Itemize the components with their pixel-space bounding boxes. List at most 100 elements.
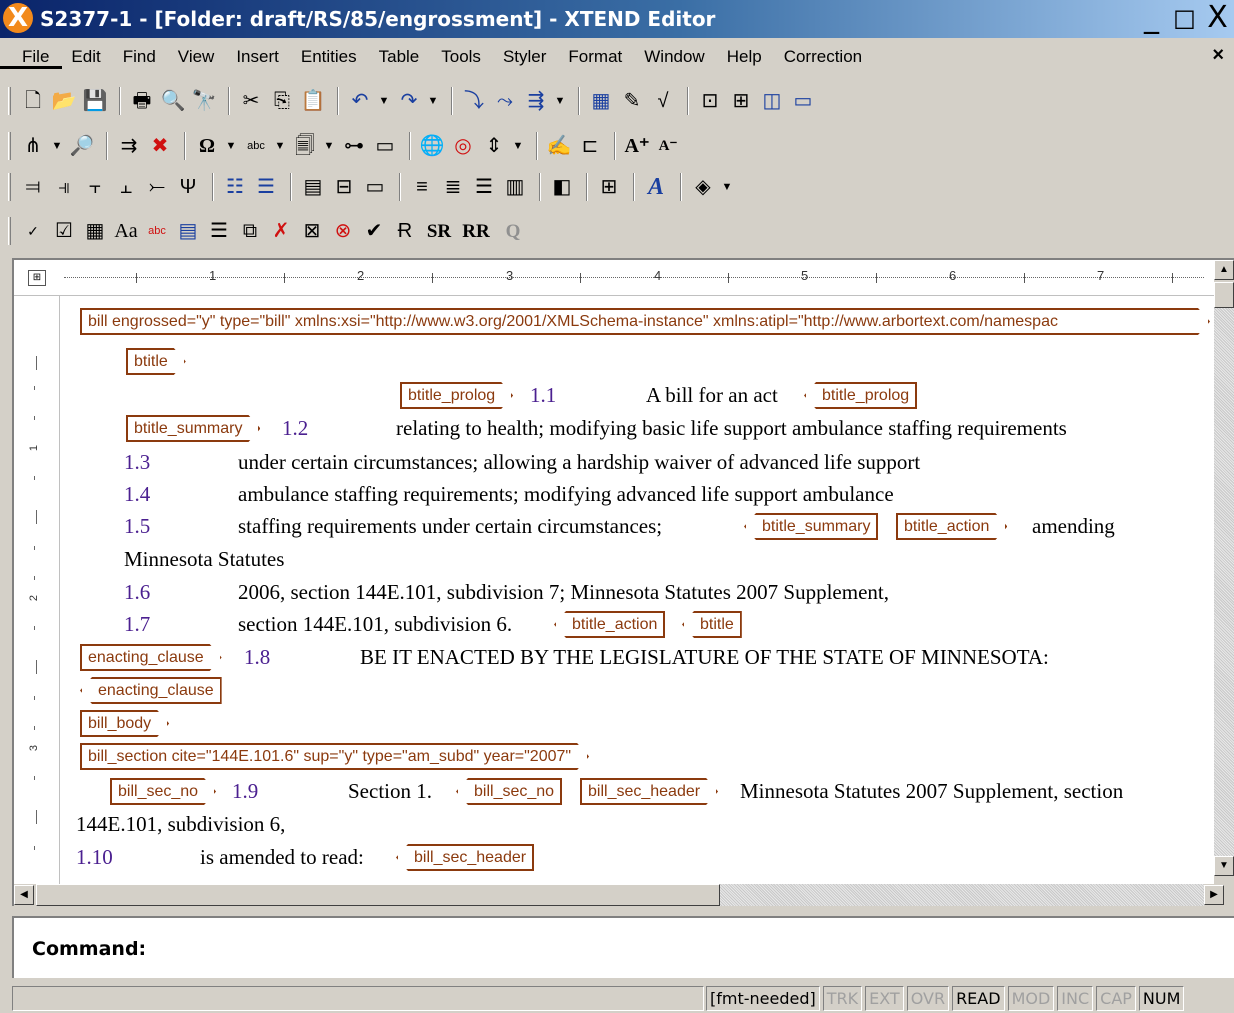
undo-icon[interactable]: ↶ bbox=[346, 86, 374, 116]
tag-btitle-end[interactable]: btitle bbox=[682, 611, 742, 638]
table-borders-icon[interactable]: ⊞ bbox=[595, 172, 623, 202]
tag-btitle-action-start[interactable]: btitle_action bbox=[896, 513, 1007, 540]
grid-icon[interactable]: ▦ bbox=[81, 216, 109, 246]
print-icon[interactable]: 🖶 bbox=[128, 86, 156, 116]
command-pane[interactable]: Command: bbox=[12, 916, 1234, 978]
menu-table[interactable]: Table bbox=[368, 47, 431, 67]
tag-bill-sec-header-end[interactable]: bill_sec_header bbox=[396, 844, 535, 871]
tag-enacting-clause-end[interactable]: enacting_clause bbox=[80, 677, 222, 704]
menu-correction[interactable]: Correction bbox=[773, 47, 873, 67]
line-spacing-icon[interactable]: ⇕ bbox=[480, 131, 508, 161]
tag-btitle-start[interactable]: btitle bbox=[126, 348, 186, 375]
toolbar-grip[interactable] bbox=[8, 132, 11, 160]
redo-dropdown-icon[interactable]: ▼ bbox=[426, 86, 440, 116]
insert-markup-icon[interactable]: ⤵ bbox=[460, 86, 488, 116]
menu-file[interactable]: File bbox=[0, 47, 60, 67]
vertical-scroll-thumb[interactable] bbox=[1214, 282, 1234, 308]
join-cell-icon[interactable]: Ψ bbox=[174, 172, 202, 202]
link-icon[interactable]: ◎ bbox=[449, 131, 477, 161]
scroll-left-icon[interactable]: ◀ bbox=[14, 885, 34, 905]
valign-middle-icon[interactable]: ⊟ bbox=[330, 172, 358, 202]
valign-bottom-icon[interactable]: ▭ bbox=[361, 172, 389, 202]
scroll-right-icon[interactable]: ▶ bbox=[1204, 885, 1224, 905]
title-bar[interactable]: X S2377-1 - [Folder: draft/RS/85/engross… bbox=[0, 0, 1234, 38]
insert-table-icon[interactable]: ▦ bbox=[587, 86, 615, 116]
tag-display-dropdown-icon[interactable]: ▼ bbox=[50, 131, 64, 161]
ruler-corner-icon[interactable]: ⊞ bbox=[28, 270, 46, 286]
join-icon[interactable]: ⇉ bbox=[115, 131, 143, 161]
strikethrough-icon[interactable]: abc bbox=[143, 216, 171, 246]
align-center-icon[interactable]: ≣ bbox=[439, 172, 467, 202]
undo-dropdown-icon[interactable]: ▼ bbox=[377, 86, 391, 116]
close-button[interactable]: X bbox=[1201, 0, 1234, 38]
insert-graphic-icon[interactable]: ✎ bbox=[618, 86, 646, 116]
edit-view-icon[interactable]: ⊞ bbox=[727, 86, 755, 116]
copy-layer-icon[interactable]: ⧉ bbox=[236, 216, 264, 246]
scroll-down-icon[interactable]: ▼ bbox=[1214, 856, 1234, 876]
split-view-icon[interactable]: ◫ bbox=[758, 86, 786, 116]
menu-window[interactable]: Window bbox=[633, 47, 715, 67]
valign-top-icon[interactable]: ▤ bbox=[299, 172, 327, 202]
align-left-icon[interactable]: ≡ bbox=[408, 172, 436, 202]
symbol-dropdown-icon[interactable]: ▼ bbox=[224, 131, 238, 161]
vertical-scrollbar[interactable]: ▲ ▼ bbox=[1214, 260, 1234, 884]
insert-column-right-icon[interactable]: ⫠ bbox=[112, 172, 140, 202]
copy-icon[interactable]: ⎘ bbox=[268, 86, 296, 116]
highlight-icon[interactable]: ✍ bbox=[545, 131, 573, 161]
change-case-icon[interactable]: Aa bbox=[112, 216, 140, 246]
align-right-icon[interactable]: ☰ bbox=[470, 172, 498, 202]
align-justify-icon[interactable]: ▥ bbox=[501, 172, 529, 202]
menu-find[interactable]: Find bbox=[112, 47, 167, 67]
insert-column-icon[interactable]: ⊏ bbox=[576, 131, 604, 161]
redo-icon[interactable]: ↷ bbox=[395, 86, 423, 116]
menu-styler[interactable]: Styler bbox=[492, 47, 557, 67]
validate-icon[interactable]: ✔ bbox=[360, 216, 388, 246]
document-map-icon[interactable]: ⊡ bbox=[696, 86, 724, 116]
tag-bill-sec-header-start[interactable]: bill_sec_header bbox=[580, 778, 718, 805]
cell-properties-icon[interactable]: ☰ bbox=[252, 172, 280, 202]
document-content[interactable]: bill engrossed="y" type="bill" xmlns:xsi… bbox=[60, 296, 1214, 884]
insert-symbol-icon[interactable]: Ω bbox=[193, 131, 221, 161]
paste-icon[interactable]: 📋 bbox=[299, 86, 327, 116]
list-icon[interactable]: ☰ bbox=[205, 216, 233, 246]
print-preview-icon[interactable]: 🔍 bbox=[159, 86, 187, 116]
menu-tools[interactable]: Tools bbox=[430, 47, 492, 67]
insert-row-below-icon[interactable]: ⫣ bbox=[50, 172, 78, 202]
table-properties-icon[interactable]: ☷ bbox=[221, 172, 249, 202]
tag-insert-icon[interactable]: ⊶ bbox=[340, 131, 368, 161]
toolbar-grip[interactable] bbox=[8, 173, 11, 201]
toolbar-grip[interactable] bbox=[8, 217, 11, 245]
editor-pane[interactable]: ⊞ 1 2 3 4 5 6 7 1 2 3 bill engrossed="y"… bbox=[12, 258, 1234, 906]
zoom-icon[interactable]: 🔎 bbox=[68, 131, 96, 161]
cut-icon[interactable]: ✂ bbox=[237, 86, 265, 116]
line-spacing-dropdown-icon[interactable]: ▼ bbox=[511, 131, 525, 161]
tag-bill-sec-no-start[interactable]: bill_sec_no bbox=[110, 778, 216, 805]
accent-icon[interactable]: abc bbox=[242, 131, 270, 161]
vertical-scroll-track[interactable] bbox=[1214, 308, 1234, 856]
tag-btitle-action-end[interactable]: btitle_action bbox=[554, 611, 666, 638]
insert-column-left-icon[interactable]: ⫟ bbox=[81, 172, 109, 202]
tag-bill-section-start[interactable]: bill_section cite="144E.101.6" sup="y" t… bbox=[80, 743, 589, 770]
tag-btitle-prolog-end[interactable]: btitle_prolog bbox=[804, 382, 918, 409]
scroll-up-icon[interactable]: ▲ bbox=[1214, 260, 1234, 280]
menu-help[interactable]: Help bbox=[716, 47, 773, 67]
insert-equation-icon[interactable]: √ bbox=[649, 86, 677, 116]
tag-btitle-prolog-start[interactable]: btitle_prolog bbox=[400, 382, 513, 409]
spellcheck-icon[interactable]: ✓ bbox=[19, 216, 47, 246]
split-cell-icon[interactable]: ⤚ bbox=[143, 172, 171, 202]
revision-icon[interactable]: Ɍ bbox=[391, 216, 419, 246]
full-view-icon[interactable]: ▭ bbox=[789, 86, 817, 116]
document-close-icon[interactable]: × bbox=[1212, 44, 1224, 67]
tag-bill-start[interactable]: bill engrossed="y" type="bill" xmlns:xsi… bbox=[80, 308, 1210, 335]
web-icon[interactable]: 🌐 bbox=[418, 131, 446, 161]
minimize-button[interactable]: _ bbox=[1135, 0, 1168, 38]
tag-bill-body-start[interactable]: bill_body bbox=[80, 710, 169, 737]
delete-table-icon[interactable]: ✗ bbox=[267, 216, 295, 246]
rr-button[interactable]: RR bbox=[459, 216, 493, 246]
app-logo-icon[interactable]: X bbox=[0, 0, 40, 38]
accent-dropdown-icon[interactable]: ▼ bbox=[273, 131, 287, 161]
markup-dropdown-icon[interactable]: ▼ bbox=[553, 86, 567, 116]
compare-icon[interactable]: ⊗ bbox=[329, 216, 357, 246]
horizontal-scroll-track[interactable] bbox=[720, 884, 1204, 906]
menu-format[interactable]: Format bbox=[557, 47, 633, 67]
